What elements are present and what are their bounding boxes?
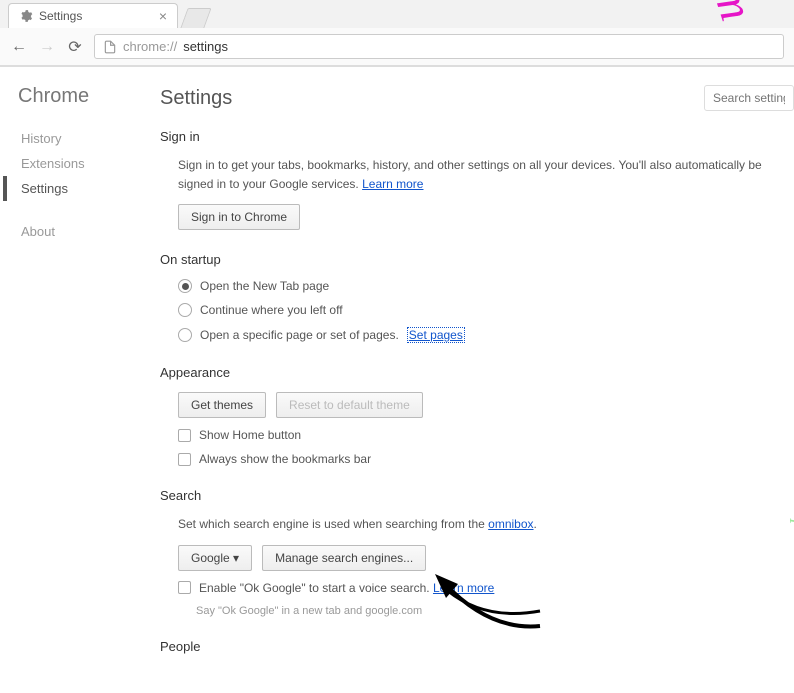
startup-option-continue[interactable]: Continue where you left off (178, 303, 794, 317)
checkbox-icon (178, 429, 191, 442)
show-home-checkbox[interactable]: Show Home button (178, 428, 794, 442)
omnibox-link[interactable]: omnibox (488, 517, 533, 531)
search-settings-input[interactable] (704, 85, 794, 111)
section-startup: On startup Open the New Tab page Continu… (160, 252, 794, 343)
ok-google-sub: Say "Ok Google" in a new tab and google.… (178, 605, 794, 617)
checkbox-icon (178, 453, 191, 466)
close-icon[interactable]: × (159, 8, 167, 24)
get-themes-button[interactable]: Get themes (178, 392, 266, 418)
section-signin: Sign in Sign in to get your tabs, bookma… (160, 129, 794, 230)
ok-google-checkbox[interactable]: Enable "Ok Google" to start a voice sear… (178, 581, 794, 595)
startup-option-label: Continue where you left off (200, 303, 343, 317)
search-desc: Set which search engine is used when sea… (178, 515, 794, 534)
signin-button[interactable]: Sign in to Chrome (178, 204, 300, 230)
new-tab-button[interactable] (180, 8, 211, 28)
startup-option-label: Open a specific page or set of pages. (200, 328, 399, 342)
startup-option-newtab[interactable]: Open the New Tab page (178, 279, 794, 293)
tab-bar: Settings × (0, 0, 794, 28)
forward-button[interactable]: → (38, 38, 56, 56)
sidebar-item-about[interactable]: About (18, 219, 150, 244)
startup-option-label: Open the New Tab page (200, 279, 329, 293)
main-header: Settings (160, 85, 794, 111)
signin-learn-more-link[interactable]: Learn more (362, 177, 423, 191)
browser-chrome: Settings × ← → ⟳ chrome:// settings (0, 0, 794, 67)
show-bookmarks-checkbox[interactable]: Always show the bookmarks bar (178, 452, 794, 466)
manage-search-engines-button[interactable]: Manage search engines... (262, 545, 426, 571)
url-path: settings (183, 39, 228, 54)
gear-icon (19, 9, 33, 23)
sidebar-item-extensions[interactable]: Extensions (18, 151, 150, 176)
radio-icon (178, 328, 192, 342)
sidebar-item-settings[interactable]: Settings (18, 176, 150, 201)
sidebar-item-history[interactable]: History (18, 126, 150, 151)
signin-heading: Sign in (160, 129, 794, 144)
section-search: Search Set which search engine is used w… (160, 488, 794, 616)
section-people: People (160, 639, 794, 654)
chevron-down-icon: ▾ (233, 551, 239, 565)
set-pages-link[interactable]: Set pages (407, 327, 465, 343)
reload-button[interactable]: ⟳ (66, 37, 84, 57)
checkbox-label: Show Home button (199, 428, 301, 442)
file-icon (103, 40, 117, 54)
search-engine-select[interactable]: Google ▾ (178, 545, 252, 571)
page-title: Settings (160, 87, 704, 110)
sidebar-title: Chrome (18, 85, 150, 108)
url-bar[interactable]: chrome:// settings (94, 34, 784, 59)
nav-bar: ← → ⟳ chrome:// settings (0, 28, 794, 66)
checkbox-icon (178, 581, 191, 594)
content: Chrome History Extensions Settings About… (0, 67, 794, 693)
tab-settings[interactable]: Settings × (8, 3, 178, 28)
radio-icon (178, 303, 192, 317)
checkbox-label: Always show the bookmarks bar (199, 452, 371, 466)
reset-theme-button[interactable]: Reset to default theme (276, 392, 423, 418)
startup-option-specific[interactable]: Open a specific page or set of pages. Se… (178, 327, 794, 343)
radio-icon (178, 279, 192, 293)
ok-google-learn-more-link[interactable]: Learn more (433, 581, 494, 595)
url-prefix: chrome:// (123, 39, 177, 54)
sidebar: Chrome History Extensions Settings About (0, 67, 150, 693)
section-appearance: Appearance Get themes Reset to default t… (160, 365, 794, 466)
back-button[interactable]: ← (10, 38, 28, 56)
startup-heading: On startup (160, 252, 794, 267)
signin-desc: Sign in to get your tabs, bookmarks, his… (178, 156, 794, 194)
main: Settings Sign in Sign in to get your tab… (150, 67, 794, 693)
checkbox-label: Enable "Ok Google" to start a voice sear… (199, 581, 494, 595)
search-heading: Search (160, 488, 794, 503)
tab-title: Settings (39, 9, 82, 23)
people-heading: People (160, 639, 794, 654)
appearance-heading: Appearance (160, 365, 794, 380)
